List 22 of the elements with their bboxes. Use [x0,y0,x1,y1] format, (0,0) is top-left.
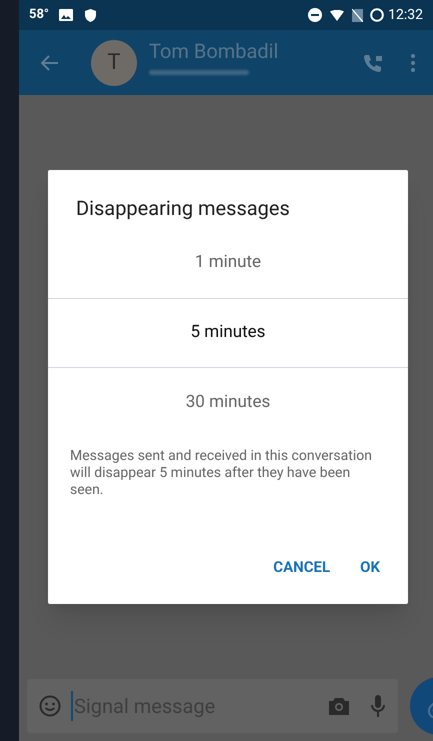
dialog-button[interactable]: OK [350,550,390,584]
temperature-text: 58° [29,6,49,24]
dialog-title: Disappearing messages [76,195,291,222]
duration-option[interactable]: 30 minutes [48,368,408,438]
secure-call-icon[interactable] [363,52,383,72]
dialog-description: Messages sent and received in this conversation will disappear 5 minutes after they have been seen. [70,448,373,499]
more-options-icon[interactable] [411,54,415,72]
wifi-icon [330,10,344,20]
smiley-icon[interactable] [39,695,61,717]
battery-icon [370,8,384,22]
duration-option[interactable]: 5 minutes [48,298,408,368]
clock-text: 12:32 [388,6,423,24]
do-not-disturb-icon [308,8,322,22]
duration-option[interactable]: 1 minute [48,228,408,298]
microphone-icon[interactable] [370,694,386,718]
image-icon [58,9,73,21]
no-sim-icon [352,8,364,22]
back-icon[interactable] [41,54,59,70]
camera-icon[interactable] [328,697,350,715]
dialog-button[interactable]: CANCEL [263,550,340,584]
avatar[interactable]: T [91,40,137,86]
shield-icon [84,8,96,22]
